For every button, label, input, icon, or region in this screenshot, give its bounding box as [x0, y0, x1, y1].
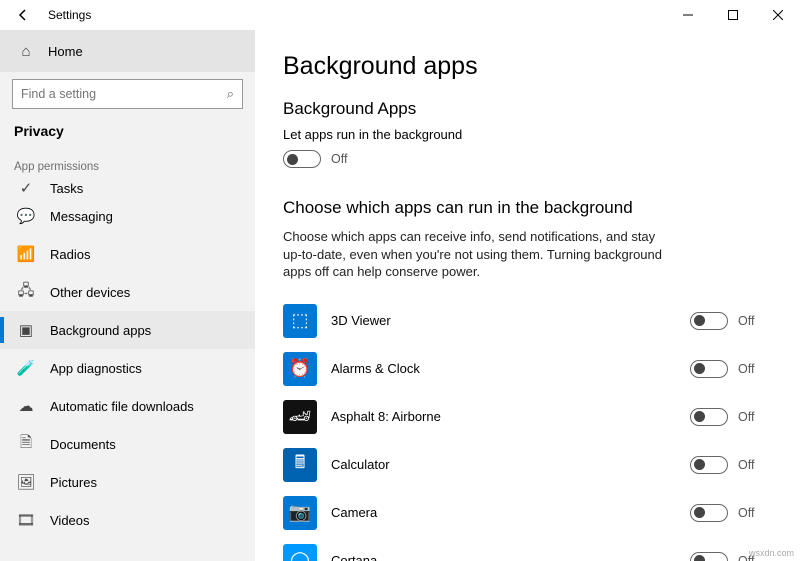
- sidebar-home[interactable]: ⌂ Home: [0, 30, 255, 72]
- section2-description: Choose which apps can receive info, send…: [283, 228, 673, 281]
- section2-title: Choose which apps can run in the backgro…: [283, 198, 772, 218]
- search-icon: ⌕: [227, 86, 234, 102]
- search-box[interactable]: ⌕: [12, 79, 243, 109]
- back-button[interactable]: [8, 0, 38, 30]
- app-name: Cortana: [331, 553, 690, 561]
- app-toggle-state: Off: [738, 362, 760, 376]
- app-name: Camera: [331, 505, 690, 520]
- nav-icon: 🎞: [18, 512, 34, 528]
- sidebar-item-videos[interactable]: 🎞 Videos: [0, 501, 255, 539]
- app-toggle-state: Off: [738, 506, 760, 520]
- nav-label: Tasks: [50, 181, 83, 196]
- nav-list[interactable]: ✓ Tasks 💬 Messaging 📶 Radios 🖧 Other devices ▣ Ba…: [0, 179, 255, 561]
- app-toggle[interactable]: [690, 360, 728, 378]
- app-toggle[interactable]: [690, 456, 728, 474]
- window-title: Settings: [48, 8, 91, 22]
- watermark: wsxdn.com: [749, 548, 794, 558]
- app-row-calculator: 🖩 Calculator Off: [283, 441, 772, 489]
- sidebar-item-background-apps[interactable]: ▣ Background apps: [0, 311, 255, 349]
- close-button[interactable]: [755, 0, 800, 30]
- app-toggle-state: Off: [738, 458, 760, 472]
- app-row-alarms-clock: ⏰ Alarms & Clock Off: [283, 345, 772, 393]
- search-input[interactable]: [21, 87, 227, 101]
- nav-icon: ▣: [18, 322, 34, 338]
- window-controls: [665, 0, 800, 30]
- app-icon: ⬚: [283, 304, 317, 338]
- nav-icon: 📶: [18, 246, 34, 262]
- master-toggle-state: Off: [331, 152, 353, 166]
- page-title: Background apps: [283, 52, 772, 81]
- main-content: Background apps Background Apps Let apps…: [255, 30, 800, 561]
- nav-label: Radios: [50, 247, 90, 262]
- master-toggle-label: Let apps run in the background: [283, 127, 772, 142]
- nav-icon: ✓: [18, 180, 34, 196]
- app-name: Calculator: [331, 457, 690, 472]
- sidebar-item-app-diagnostics[interactable]: 🧪 App diagnostics: [0, 349, 255, 387]
- nav-label: App diagnostics: [50, 361, 142, 376]
- sidebar-item-messaging[interactable]: 💬 Messaging: [0, 197, 255, 235]
- master-toggle[interactable]: [283, 150, 321, 168]
- sidebar-item-radios[interactable]: 📶 Radios: [0, 235, 255, 273]
- app-toggle-state: Off: [738, 410, 760, 424]
- nav-label: Pictures: [50, 475, 97, 490]
- app-row-cortana: ◯CortanaOff: [283, 537, 772, 561]
- nav-label: Other devices: [50, 285, 130, 300]
- app-name: Alarms & Clock: [331, 361, 690, 376]
- app-toggle[interactable]: [690, 312, 728, 330]
- app-icon: ⏰: [283, 352, 317, 386]
- section1-title: Background Apps: [283, 99, 772, 119]
- app-toggle[interactable]: [690, 552, 728, 561]
- minimize-button[interactable]: [665, 0, 710, 30]
- arrow-left-icon: [16, 8, 30, 22]
- nav-icon: 🧪: [18, 360, 34, 376]
- app-row-3d-viewer: ⬚ 3D Viewer Off: [283, 297, 772, 345]
- app-icon: 📷: [283, 496, 317, 530]
- nav-icon: ☁: [18, 398, 34, 414]
- app-icon: 🏎: [283, 400, 317, 434]
- sidebar-item-pictures[interactable]: 🖼 Pictures: [0, 463, 255, 501]
- nav-icon: 💬: [18, 208, 34, 224]
- app-icon: 🖩: [283, 448, 317, 482]
- section-label: App permissions: [0, 161, 255, 173]
- app-row-camera: 📷 Camera Off: [283, 489, 772, 537]
- nav-label: Automatic file downloads: [50, 399, 194, 414]
- app-row-asphalt-8-airborne: 🏎 Asphalt 8: Airborne Off: [283, 393, 772, 441]
- app-list: ⬚ 3D Viewer Off ⏰ Alarms & Clock Off 🏎 Asphalt …: [283, 297, 772, 561]
- sidebar: ⌂ Home ⌕ Privacy App permissions ✓Tasks💬…: [0, 30, 255, 561]
- titlebar: Settings: [0, 0, 800, 30]
- app-icon: ◯: [283, 544, 317, 561]
- sidebar-item-tasks[interactable]: ✓ Tasks: [0, 179, 255, 197]
- sidebar-item-other-devices[interactable]: 🖧 Other devices: [0, 273, 255, 311]
- nav-icon: 🗎: [18, 436, 34, 452]
- nav-label: Documents: [50, 437, 116, 452]
- nav-label: Messaging: [50, 209, 113, 224]
- home-icon: ⌂: [18, 43, 34, 59]
- maximize-button[interactable]: [710, 0, 755, 30]
- nav-icon: 🖧: [18, 284, 34, 300]
- app-toggle-state: Off: [738, 314, 760, 328]
- nav-icon: 🖼: [18, 474, 34, 490]
- sidebar-item-automatic-file-downloads[interactable]: ☁ Automatic file downloads: [0, 387, 255, 425]
- home-label: Home: [48, 44, 83, 59]
- sidebar-item-documents[interactable]: 🗎 Documents: [0, 425, 255, 463]
- app-name: Asphalt 8: Airborne: [331, 409, 690, 424]
- nav-label: Background apps: [50, 323, 151, 338]
- category-heading: Privacy: [0, 123, 255, 139]
- app-name: 3D Viewer: [331, 313, 690, 328]
- nav-label: Videos: [50, 513, 90, 528]
- app-toggle[interactable]: [690, 408, 728, 426]
- app-toggle[interactable]: [690, 504, 728, 522]
